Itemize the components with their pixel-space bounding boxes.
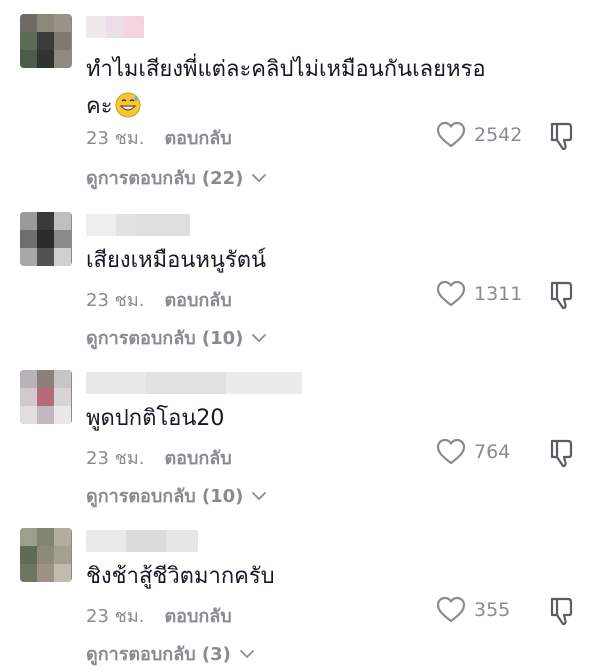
like-count: 2542	[474, 124, 523, 146]
thumbs-down-icon[interactable]	[548, 280, 576, 310]
username-blurred[interactable]	[86, 530, 198, 552]
view-replies-button[interactable]: ดูการตอบกลับ (10)	[86, 481, 267, 510]
comment-meta: 23 ชม. ตอบกลับ	[86, 443, 232, 472]
reply-button[interactable]: ตอบกลับ	[164, 290, 231, 311]
comment-meta: 23 ชม. ตอบกลับ	[86, 123, 232, 152]
comment-item: ชิงช้าสู้ชีวิตมากครับ 23 ชม. ตอบกลับ ดูกา…	[0, 528, 600, 671]
comment-meta: 23 ชม. ตอบกลับ	[86, 285, 232, 314]
comment-meta: 23 ชม. ตอบกลับ	[86, 601, 232, 630]
avatar[interactable]	[20, 14, 72, 68]
comment-text: ชิงช้าสู้ชีวิตมากครับ	[86, 558, 526, 595]
view-replies-label: ดูการตอบกลับ (3)	[86, 644, 231, 665]
view-replies-label: ดูการตอบกลับ (10)	[86, 486, 244, 507]
username-blurred[interactable]	[86, 372, 302, 394]
thumbs-down-icon[interactable]	[548, 121, 576, 151]
comment-text: พูดปกติโอน20	[86, 400, 526, 437]
like-button[interactable]: 764	[436, 437, 510, 467]
heart-icon	[436, 438, 466, 465]
heart-icon	[436, 596, 466, 623]
view-replies-label: ดูการตอบกลับ (22)	[86, 168, 244, 189]
comment-time: 23 ชม.	[86, 128, 145, 149]
like-button[interactable]: 2542	[436, 120, 522, 150]
username-blurred[interactable]	[86, 16, 144, 38]
chevron-down-icon	[252, 333, 267, 342]
chevron-down-icon	[252, 173, 267, 182]
view-replies-button[interactable]: ดูการตอบกลับ (3)	[86, 639, 255, 668]
grinning-sweat-emoji	[115, 92, 141, 118]
chevron-down-icon	[252, 491, 267, 500]
view-replies-button[interactable]: ดูการตอบกลับ (22)	[86, 163, 267, 192]
thumbs-down-icon[interactable]	[548, 438, 576, 468]
thumbs-down-icon[interactable]	[548, 596, 576, 626]
view-replies-label: ดูการตอบกลับ (10)	[86, 328, 244, 349]
reply-button[interactable]: ตอบกลับ	[164, 606, 231, 627]
comment-text-line: เสียงเหมือนหนูรัตน์	[86, 248, 267, 273]
comment-item: พูดปกติโอน20 23 ชม. ตอบกลับ ดูการตอบกลับ …	[0, 370, 600, 520]
chevron-down-icon	[239, 649, 254, 658]
reply-button[interactable]: ตอบกลับ	[164, 448, 231, 469]
avatar[interactable]	[20, 528, 72, 582]
heart-icon	[436, 121, 466, 148]
like-count: 1311	[474, 283, 523, 305]
comment-text: ทำไมเสียงพี่แต่ละคลิปไม่เหมือนกันเลยหรอ …	[86, 51, 526, 125]
avatar[interactable]	[20, 212, 72, 266]
like-button[interactable]: 1311	[436, 279, 522, 309]
comment-item: เสียงเหมือนหนูรัตน์ 23 ชม. ตอบกลับ ดูการต…	[0, 212, 600, 362]
comment-text-line: ชิงช้าสู้ชีวิตมากครับ	[86, 564, 275, 589]
like-count: 764	[474, 441, 511, 463]
comment-text: เสียงเหมือนหนูรัตน์	[86, 242, 526, 279]
comment-time: 23 ชม.	[86, 606, 145, 627]
comment-text-line2: คะ	[86, 94, 113, 119]
heart-icon	[436, 280, 466, 307]
view-replies-button[interactable]: ดูการตอบกลับ (10)	[86, 323, 267, 352]
comment-text-line: พูดปกติโอน20	[86, 406, 225, 431]
comment-text-line: ทำไมเสียงพี่แต่ละคลิปไม่เหมือนกันเลยหรอ	[86, 57, 486, 82]
reply-button[interactable]: ตอบกลับ	[164, 128, 231, 149]
username-blurred[interactable]	[86, 214, 190, 236]
avatar[interactable]	[20, 370, 72, 424]
comment-item: ทำไมเสียงพี่แต่ละคลิปไม่เหมือนกันเลยหรอ …	[0, 14, 600, 189]
comment-time: 23 ชม.	[86, 290, 145, 311]
like-button[interactable]: 355	[436, 595, 510, 625]
comment-time: 23 ชม.	[86, 448, 145, 469]
like-count: 355	[474, 599, 511, 621]
